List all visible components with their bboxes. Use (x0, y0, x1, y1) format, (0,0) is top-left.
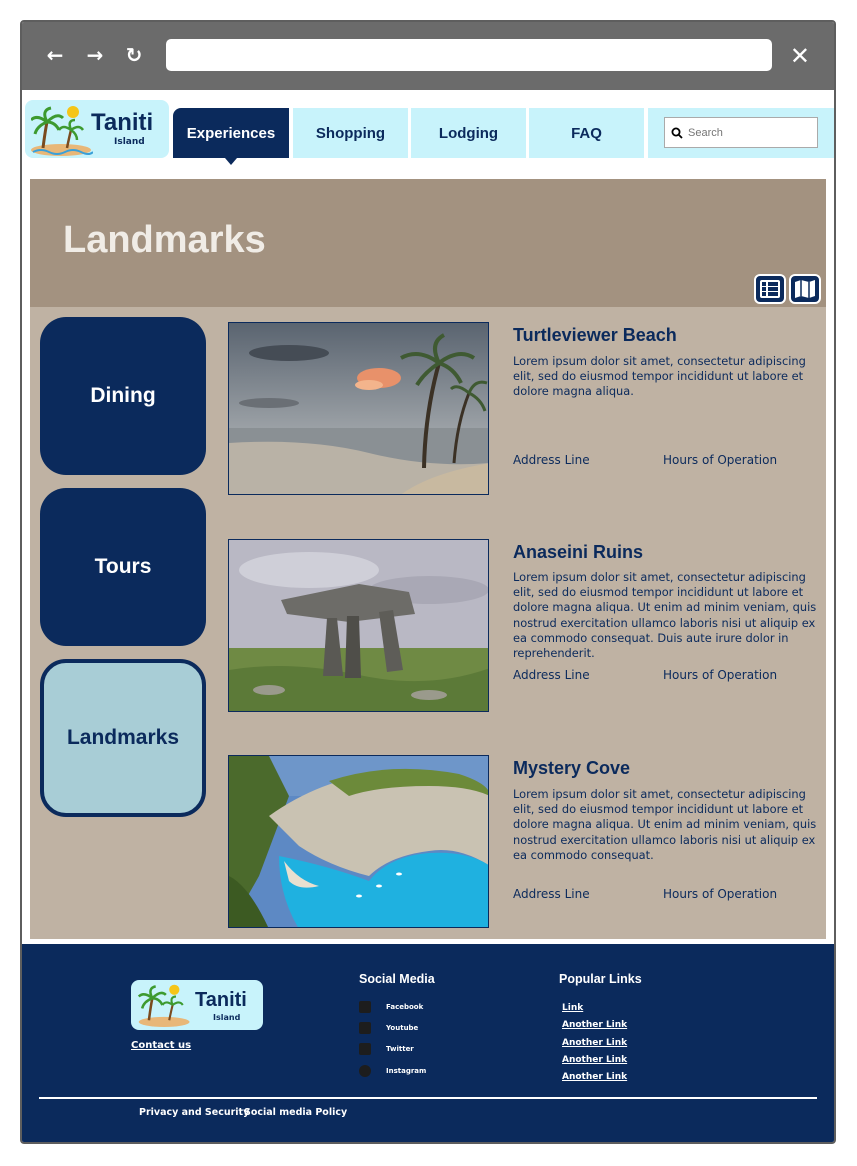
card-hours: Hours of Operation (663, 887, 778, 901)
site-logo[interactable]: Taniti Island (25, 100, 169, 158)
list-view-button[interactable] (754, 274, 786, 304)
card-title[interactable]: Anaseini Ruins (513, 542, 643, 563)
footer-logo[interactable]: Taniti Island (131, 980, 263, 1030)
content-area: Dining Tours Landmarks Turtleviewer Beac… (30, 307, 826, 939)
card-hours: Hours of Operation (663, 668, 778, 682)
page-hero: Landmarks (30, 179, 826, 307)
instagram-link[interactable]: Instagram (359, 1065, 426, 1077)
privacy-link[interactable]: Privacy and Security (139, 1107, 249, 1118)
card-description: Lorem ipsum dolor sit amet, consectetur … (513, 354, 806, 399)
instagram-label: Instagram (386, 1067, 427, 1075)
search-area (648, 108, 834, 158)
tab-experiences[interactable]: Experiences (173, 108, 289, 165)
card-description: Lorem ipsum dolor sit amet, consectetur … (513, 787, 817, 862)
card-address: Address Line (513, 887, 590, 901)
close-icon[interactable]: ✕ (790, 42, 810, 70)
youtube-icon (359, 1022, 371, 1034)
card-title[interactable]: Turtleviewer Beach (513, 325, 677, 346)
popular-link[interactable]: Another Link (562, 1055, 627, 1065)
palm-island-icon (31, 106, 93, 156)
forward-arrow-icon[interactable]: → (84, 44, 106, 66)
social-policy-link[interactable]: Social media Policy (244, 1107, 347, 1118)
list-view-icon (760, 280, 780, 298)
search-field[interactable] (664, 117, 818, 148)
card-description: Lorem ipsum dolor sit amet, consectetur … (513, 570, 817, 661)
tab-faq[interactable]: FAQ (529, 108, 644, 158)
facebook-link[interactable]: Facebook (359, 1001, 423, 1013)
reload-icon[interactable]: ↻ (123, 44, 145, 66)
map-view-icon (795, 280, 815, 298)
logo-title: Taniti (91, 109, 154, 136)
instagram-icon (359, 1065, 371, 1077)
stone-dolmen-photo[interactable] (228, 539, 489, 712)
contact-us-link[interactable]: Contact us (131, 1040, 191, 1051)
search-icon (671, 127, 683, 139)
card-hours: Hours of Operation (663, 453, 778, 467)
twitter-icon (359, 1043, 371, 1055)
popular-link[interactable]: Another Link (562, 1038, 627, 1048)
category-dining-button[interactable]: Dining (40, 317, 206, 475)
twitter-link[interactable]: Twitter (359, 1043, 414, 1055)
youtube-label: Youtube (386, 1024, 419, 1032)
card-title[interactable]: Mystery Cove (513, 758, 630, 779)
category-landmarks-button[interactable]: Landmarks (40, 659, 206, 817)
logo-subtitle: Island (114, 137, 145, 147)
page-title: Landmarks (63, 219, 266, 261)
palm-island-icon (137, 984, 190, 1027)
cove-cliff-photo[interactable] (228, 755, 489, 928)
popular-links-heading: Popular Links (559, 972, 642, 986)
browser-toolbar: ← → ↻ ✕ (22, 22, 834, 90)
map-view-button[interactable] (789, 274, 821, 304)
social-media-heading: Social Media (359, 972, 435, 986)
card-address: Address Line (513, 668, 590, 682)
footer-logo-subtitle: Island (213, 1013, 241, 1022)
search-input[interactable] (688, 126, 808, 139)
back-arrow-icon[interactable]: ← (44, 44, 66, 66)
youtube-link[interactable]: Youtube (359, 1022, 418, 1034)
footer-logo-title: Taniti (195, 989, 247, 1011)
twitter-label: Twitter (386, 1045, 414, 1053)
facebook-label: Facebook (386, 1003, 424, 1011)
footer-divider (39, 1097, 817, 1099)
address-bar[interactable] (166, 39, 772, 71)
popular-link[interactable]: Another Link (562, 1072, 627, 1082)
site-header: Taniti Island Experiences Shopping Lodgi… (22, 90, 834, 170)
beach-sunset-photo[interactable] (228, 322, 489, 495)
browser-window: ← → ↻ ✕ Taniti Island Experiences Shoppi… (20, 20, 836, 1144)
popular-link[interactable]: Link (562, 1003, 583, 1013)
tab-shopping[interactable]: Shopping (293, 108, 408, 158)
card-address: Address Line (513, 453, 590, 467)
facebook-icon (359, 1001, 371, 1013)
site-footer: Taniti Island Contact us Social Media Fa… (22, 944, 834, 1142)
popular-link[interactable]: Another Link (562, 1020, 627, 1030)
tab-lodging[interactable]: Lodging (411, 108, 526, 158)
category-tours-button[interactable]: Tours (40, 488, 206, 646)
